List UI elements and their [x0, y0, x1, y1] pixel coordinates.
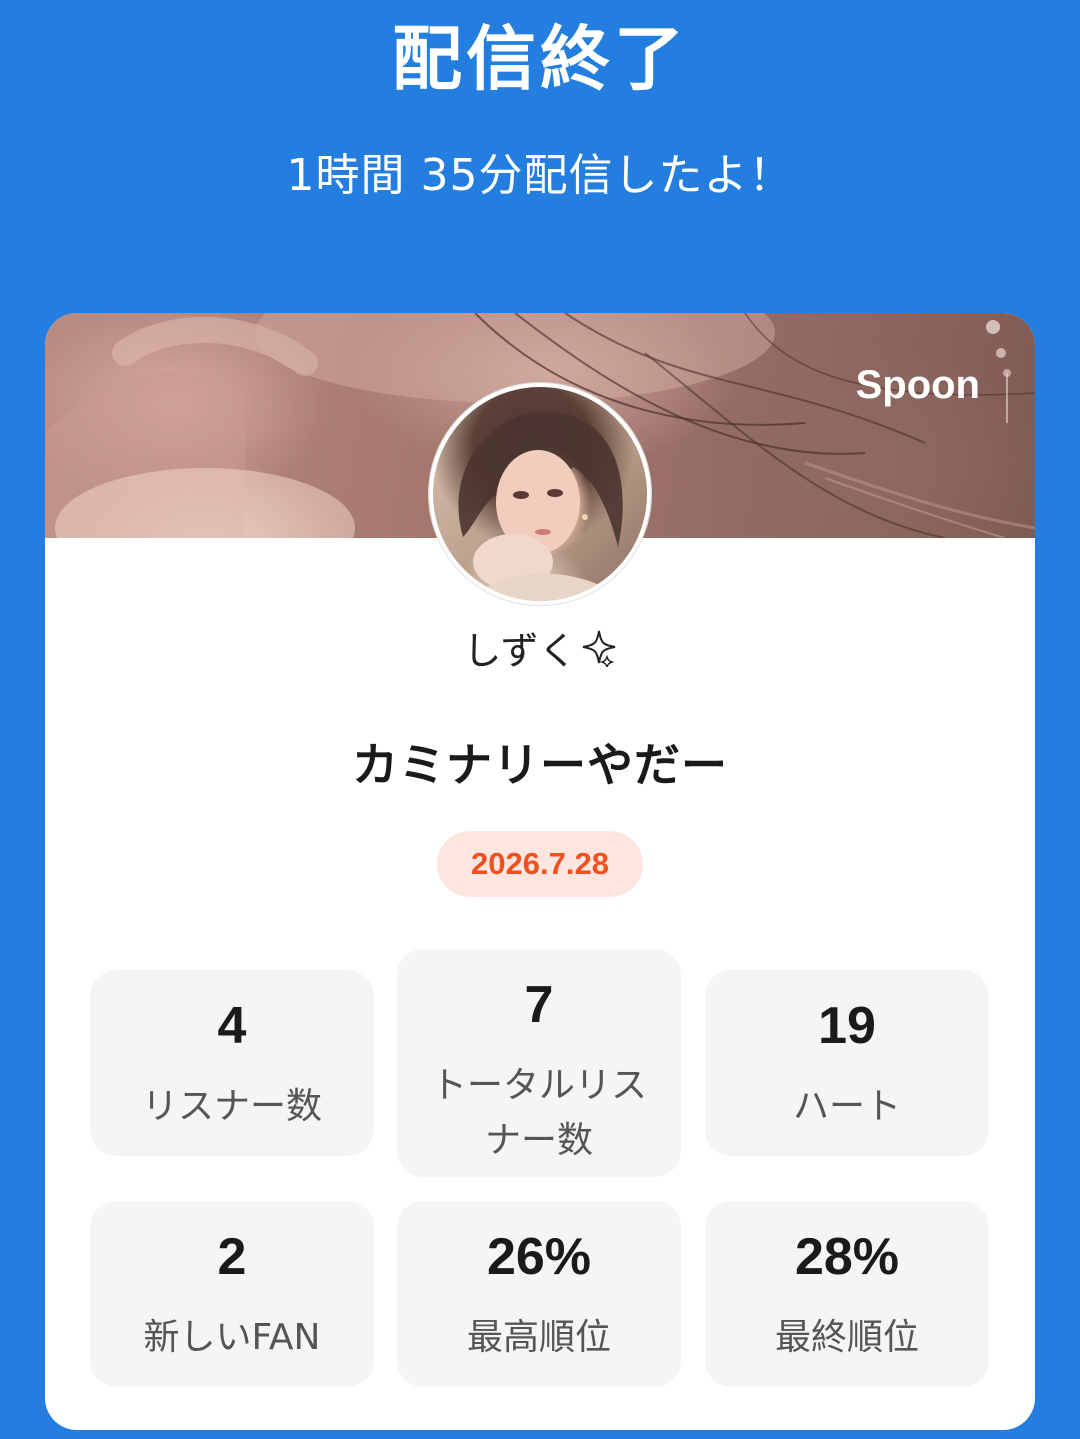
- stat-label: 最高順位: [466, 1317, 611, 1358]
- stat-value: 28%: [794, 1228, 900, 1286]
- spoon-logo: Spoon: [855, 363, 980, 407]
- stat-label: 新しいFAN: [143, 1317, 321, 1358]
- stat-label: 最終順位: [774, 1317, 919, 1358]
- sparkle-icon: [581, 626, 617, 682]
- stat-final-rank: 28% 最終順位: [705, 1201, 989, 1387]
- header-title: 配信終了: [392, 18, 688, 100]
- stat-hearts: 19 ハート: [705, 970, 989, 1156]
- date-badge: 2026.7.28: [437, 831, 643, 897]
- stat-listeners: 4 リスナー数: [90, 970, 374, 1156]
- stat-value: 4: [217, 997, 247, 1055]
- stat-label-line1: トータルリス: [430, 1065, 647, 1106]
- avatar[interactable]: [429, 383, 651, 605]
- stat-total-listeners: 7 トータルリス ナー数: [397, 949, 681, 1177]
- stat-value: 7: [524, 976, 554, 1034]
- stat-label: ハート: [792, 1086, 901, 1127]
- stat-label-line2: ナー数: [484, 1120, 593, 1161]
- stat-value: 2: [217, 1228, 247, 1286]
- stat-highest-rank: 26% 最高順位: [397, 1201, 681, 1387]
- broadcast-duration-text: 1時間 35分配信したよ！: [286, 150, 794, 201]
- stat-new-fans: 2 新しいFAN: [90, 1201, 374, 1387]
- user-name-text: しずく: [463, 629, 577, 673]
- broadcast-summary-card: Spoon しずく カミナリーやだー 2026.7.28 4 リスナー数 7 ト…: [45, 313, 1035, 1430]
- broadcast-title: カミナリーやだー: [352, 738, 728, 792]
- user-name[interactable]: しずく: [45, 623, 1035, 682]
- stat-label: リスナー数: [141, 1086, 322, 1127]
- stat-value: 26%: [486, 1228, 592, 1286]
- stat-value: 19: [818, 997, 876, 1055]
